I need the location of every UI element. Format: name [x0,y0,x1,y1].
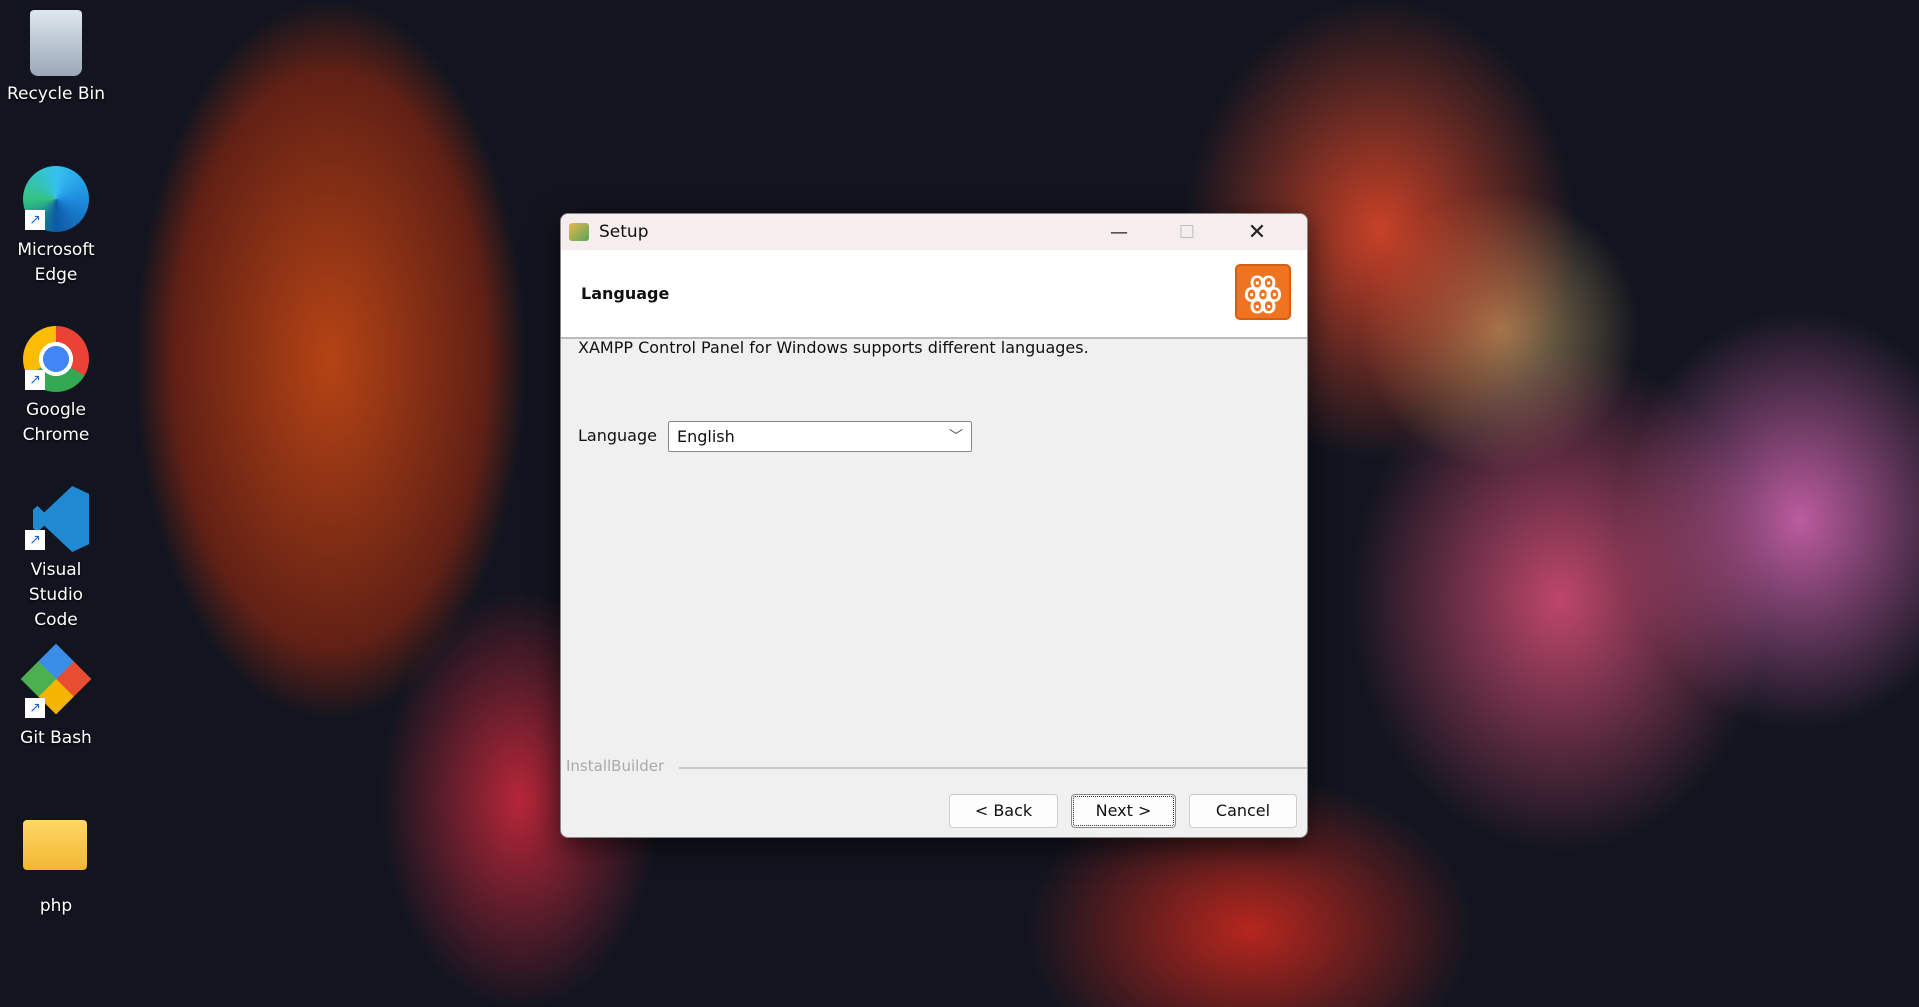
chrome-icon: ↗ [23,326,89,392]
language-value: English [677,427,735,446]
window-title: Setup [599,222,649,242]
icon-label: Microsoft Edge [17,240,95,285]
divider [679,767,1307,769]
xampp-logo-icon: ꙮ [1235,264,1291,320]
back-button[interactable]: < Back [949,794,1058,828]
page-header: Language ꙮ [561,250,1307,339]
icon-label: php [39,896,73,916]
git-bash-icon: ↗ [20,643,92,720]
desktop-icon-php[interactable]: php [0,810,112,919]
setup-app-icon [569,223,589,241]
edge-icon: ↗ [23,166,89,232]
language-label: Language [578,426,657,445]
recycle-bin-icon [30,10,82,76]
icon-label: Visual Studio Code [28,560,84,630]
cancel-button[interactable]: Cancel [1189,794,1297,828]
desktop-icon-vscode[interactable]: ↗ Visual Studio Code [0,486,112,633]
close-button[interactable]: ✕ [1223,214,1291,250]
setup-dialog: Setup — ☐ ✕ Language ꙮ XAMPP Control Pan… [560,213,1308,838]
desktop-icon-chrome[interactable]: ↗ Google Chrome [0,326,112,448]
vscode-icon: ↗ [23,486,89,552]
chevron-down-icon: ﹀ [949,429,963,445]
icon-label: Google Chrome [22,400,90,445]
description-text: XAMPP Control Panel for Windows supports… [578,338,1089,357]
icon-label: Recycle Bin [6,84,105,104]
next-button[interactable]: Next > [1071,794,1176,828]
installbuilder-label: InstallBuilder [566,757,665,775]
language-select[interactable]: English ﹀ [668,421,972,452]
folder-icon [23,820,89,886]
maximize-button[interactable]: ☐ [1153,214,1221,250]
desktop-icon-edge[interactable]: ↗ Microsoft Edge [0,166,112,288]
desktop-icon-git-bash[interactable]: ↗ Git Bash [0,643,112,751]
page-title: Language [581,284,670,303]
icon-label: Git Bash [20,728,92,748]
minimize-button[interactable]: — [1085,214,1153,250]
desktop-icon-recycle-bin[interactable]: Recycle Bin [0,10,112,107]
